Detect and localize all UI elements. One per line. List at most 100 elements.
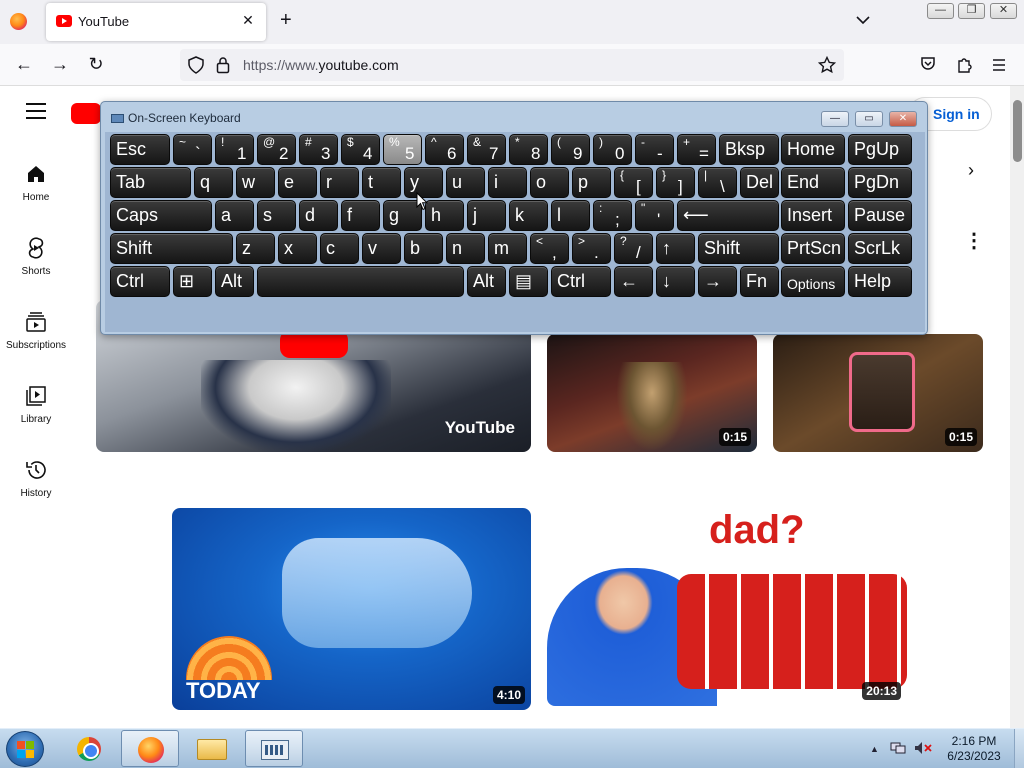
page-scrollbar[interactable] xyxy=(1010,86,1024,728)
close-tab-icon[interactable]: ✕ xyxy=(238,12,258,29)
key-~`[interactable]: ~ ` xyxy=(173,134,212,165)
key-↑[interactable]: ↑ xyxy=(656,233,695,264)
key-c[interactable]: c xyxy=(320,233,359,264)
key-n[interactable]: n xyxy=(446,233,485,264)
key-PgDn[interactable]: PgDn xyxy=(848,167,912,198)
sidebar-item-home[interactable]: Home xyxy=(0,162,72,203)
new-tab-button[interactable]: + xyxy=(280,10,292,30)
key---[interactable]: -- xyxy=(635,134,674,165)
app-menu-icon[interactable] xyxy=(992,58,1006,76)
key-!1[interactable]: ! 1 xyxy=(215,134,254,165)
list-all-tabs-button[interactable] xyxy=(856,12,870,28)
shield-icon[interactable] xyxy=(188,56,204,79)
key-ScrLk[interactable]: ScrLk xyxy=(848,233,912,264)
taskbar-firefox[interactable] xyxy=(121,730,179,767)
osk-close-button[interactable]: ✕ xyxy=(889,111,917,127)
key-Caps[interactable]: Caps xyxy=(110,200,212,231)
youtube-logo-icon[interactable] xyxy=(71,103,101,124)
sidebar-item-shorts[interactable]: Shorts xyxy=(0,236,72,277)
key-v[interactable]: v xyxy=(362,233,401,264)
key-p[interactable]: p xyxy=(572,167,611,198)
key-d[interactable]: d xyxy=(299,200,338,231)
guide-menu-icon[interactable] xyxy=(26,103,46,124)
key-Esc[interactable]: Esc xyxy=(110,134,170,165)
key-↓[interactable]: ↓ xyxy=(656,266,695,297)
key-Help[interactable]: Help xyxy=(848,266,912,297)
video-thumbnail[interactable]: 0:15 xyxy=(547,334,757,452)
osk-minimize-button[interactable]: — xyxy=(821,111,849,127)
sidebar-item-library[interactable]: Library xyxy=(0,384,72,425)
window-close-button[interactable]: ✕ xyxy=(990,3,1017,19)
key-x[interactable]: x xyxy=(278,233,317,264)
key-:;[interactable]: :; xyxy=(593,200,632,231)
key-e[interactable]: e xyxy=(278,167,317,198)
key-<,[interactable]: <, xyxy=(530,233,569,264)
windows-start-icon[interactable] xyxy=(6,731,44,767)
key-z[interactable]: z xyxy=(236,233,275,264)
key-⊞[interactable]: ⊞ xyxy=(173,266,212,297)
more-actions-icon[interactable]: ⋮ xyxy=(964,228,984,253)
key-m[interactable]: m xyxy=(488,233,527,264)
tab-youtube[interactable]: YouTube ✕ xyxy=(46,3,266,41)
key-"'[interactable]: " ' xyxy=(635,200,674,231)
key-Tab[interactable]: Tab xyxy=(110,167,191,198)
key-k[interactable]: k xyxy=(509,200,548,231)
key-#3[interactable]: #3 xyxy=(299,134,338,165)
show-desktop-button[interactable] xyxy=(1014,729,1024,768)
key-$4[interactable]: $4 xyxy=(341,134,380,165)
scrollbar-thumb[interactable] xyxy=(1013,100,1022,162)
key-q[interactable]: q xyxy=(194,167,233,198)
url-text[interactable]: https://www.youtube.com xyxy=(243,57,399,73)
key-Alt[interactable]: Alt xyxy=(467,266,506,297)
key-Alt[interactable]: Alt xyxy=(215,266,254,297)
address-bar[interactable]: https://www.youtube.com xyxy=(180,49,844,81)
taskbar-chrome[interactable] xyxy=(60,730,118,767)
key-PgUp[interactable]: PgUp xyxy=(848,134,912,165)
key-→[interactable]: → xyxy=(698,266,737,297)
key-w[interactable]: w xyxy=(236,167,275,198)
key-}][interactable]: }] xyxy=(656,167,695,198)
forward-button[interactable]: → xyxy=(48,54,72,74)
taskbar-on-screen-keyboard[interactable] xyxy=(245,730,303,767)
key-+=[interactable]: + = xyxy=(677,134,716,165)
key-j[interactable]: j xyxy=(467,200,506,231)
key-u[interactable]: u xyxy=(446,167,485,198)
sidebar-item-subscriptions[interactable]: Subscriptions xyxy=(0,310,72,351)
key-space[interactable] xyxy=(257,266,464,297)
key-Options[interactable]: Options xyxy=(781,266,845,297)
extensions-icon[interactable] xyxy=(956,56,972,78)
network-icon[interactable] xyxy=(890,741,906,758)
key-l[interactable]: l xyxy=(551,200,590,231)
window-minimize-button[interactable]: — xyxy=(927,3,954,19)
lock-icon[interactable] xyxy=(216,56,230,79)
taskbar-clock[interactable]: 2:16 PM 6/23/2023 xyxy=(940,734,1008,764)
video-thumbnail[interactable]: TODAY 4:10 xyxy=(172,508,531,710)
reload-button[interactable]: ↻ xyxy=(84,54,108,74)
back-button[interactable]: ← xyxy=(12,54,36,74)
firefox-menu-icon[interactable] xyxy=(10,13,27,30)
key-Ctrl[interactable]: Ctrl xyxy=(110,266,170,297)
key-a[interactable]: a xyxy=(215,200,254,231)
key-▤[interactable]: ▤ xyxy=(509,266,548,297)
key-h[interactable]: h xyxy=(425,200,464,231)
key-^6[interactable]: ^ 6 xyxy=(425,134,464,165)
key-⟵[interactable]: ⟵ xyxy=(677,200,779,231)
key-f[interactable]: f xyxy=(341,200,380,231)
video-thumbnail[interactable]: dad? 20:13 xyxy=(547,508,907,706)
video-thumbnail[interactable]: 0:15 xyxy=(773,334,983,452)
key-b[interactable]: b xyxy=(404,233,443,264)
key-←[interactable]: ← xyxy=(614,266,653,297)
key-s[interactable]: s xyxy=(257,200,296,231)
key->.[interactable]: >. xyxy=(572,233,611,264)
key-*8[interactable]: * 8 xyxy=(509,134,548,165)
key-%5[interactable]: % 5 xyxy=(383,134,422,165)
chips-next-icon[interactable]: › xyxy=(968,160,974,181)
key-|\[interactable]: | \ xyxy=(698,167,737,198)
key-Insert[interactable]: Insert xyxy=(781,200,845,231)
key-t[interactable]: t xyxy=(362,167,401,198)
volume-muted-icon[interactable] xyxy=(914,741,932,758)
taskbar-file-explorer[interactable] xyxy=(183,730,241,767)
key-i[interactable]: i xyxy=(488,167,527,198)
window-restore-button[interactable]: ❐ xyxy=(958,3,985,19)
key-Shift[interactable]: Shift xyxy=(698,233,779,264)
